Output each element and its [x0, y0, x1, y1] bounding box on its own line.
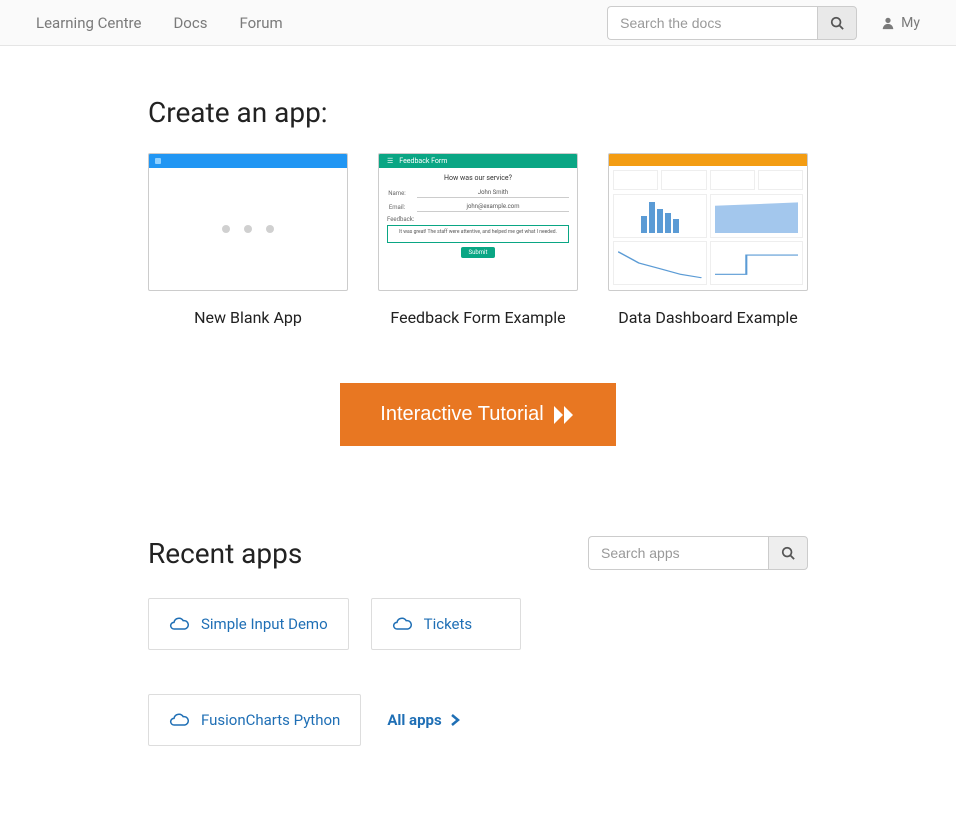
user-menu[interactable]: My [881, 15, 920, 31]
nav-learning-centre[interactable]: Learning Centre [36, 14, 141, 32]
search-docs-input[interactable] [607, 6, 817, 40]
fb-preview-header: Feedback Form [399, 157, 447, 165]
search-apps [588, 536, 808, 570]
all-apps-link[interactable]: All apps [383, 694, 463, 746]
template-feedback-form[interactable]: ☰ Feedback Form How was our service? Nam… [378, 153, 578, 329]
recent-heading: Recent apps [148, 537, 302, 570]
template-title: Data Dashboard Example [608, 307, 808, 329]
fb-feedback-value: It was great! The staff were attentive, … [387, 225, 569, 243]
fb-submit: Submit [461, 247, 496, 258]
fb-preview-question: How was our service? [387, 174, 569, 182]
search-docs [607, 6, 857, 40]
template-data-dashboard[interactable]: Data Dashboard Example [608, 153, 808, 329]
interactive-tutorial-button[interactable]: Interactive Tutorial [340, 383, 615, 446]
fb-name-value: John Smith [417, 188, 569, 198]
search-icon [830, 16, 844, 30]
fb-feedback-label: Feedback: [387, 216, 407, 223]
cloud-icon [392, 616, 412, 632]
template-dashboard-thumb [608, 153, 808, 291]
template-blank-app[interactable]: New Blank App [148, 153, 348, 329]
all-apps-label: All apps [387, 711, 441, 729]
nav-docs[interactable]: Docs [173, 14, 207, 32]
template-title: New Blank App [148, 307, 348, 329]
cloud-icon [169, 616, 189, 632]
search-icon [781, 546, 795, 560]
create-heading: Create an app: [148, 96, 808, 129]
app-card-simple-input-demo[interactable]: Simple Input Demo [148, 598, 349, 650]
chevron-right-icon [450, 713, 460, 727]
templates-row: New Blank App ☰ Feedback Form How was ou… [148, 153, 808, 329]
fb-email-label: Email: [387, 204, 407, 211]
app-link[interactable]: Tickets [424, 615, 473, 633]
app-card-tickets[interactable]: Tickets [371, 598, 521, 650]
forward-icon [554, 406, 576, 424]
app-card-fusioncharts-python[interactable]: FusionCharts Python [148, 694, 361, 746]
template-title: Feedback Form Example [378, 307, 578, 329]
template-feedback-thumb: ☰ Feedback Form How was our service? Nam… [378, 153, 578, 291]
search-apps-input[interactable] [588, 536, 768, 570]
search-apps-button[interactable] [768, 536, 808, 570]
template-blank-thumb [148, 153, 348, 291]
app-link[interactable]: Simple Input Demo [201, 615, 328, 633]
app-link[interactable]: FusionCharts Python [201, 711, 340, 729]
cta-label: Interactive Tutorial [380, 403, 543, 426]
fb-email-value: john@example.com [417, 202, 569, 212]
nav-forum[interactable]: Forum [239, 14, 282, 32]
search-docs-button[interactable] [817, 6, 857, 40]
fb-name-label: Name: [387, 190, 407, 197]
user-label: My [901, 15, 920, 31]
apps-grid: Simple Input Demo Tickets FusionCharts P… [148, 598, 808, 746]
topbar: Learning Centre Docs Forum My [0, 0, 956, 46]
user-icon [881, 16, 895, 30]
topbar-links: Learning Centre Docs Forum [36, 14, 283, 32]
cloud-icon [169, 712, 189, 728]
